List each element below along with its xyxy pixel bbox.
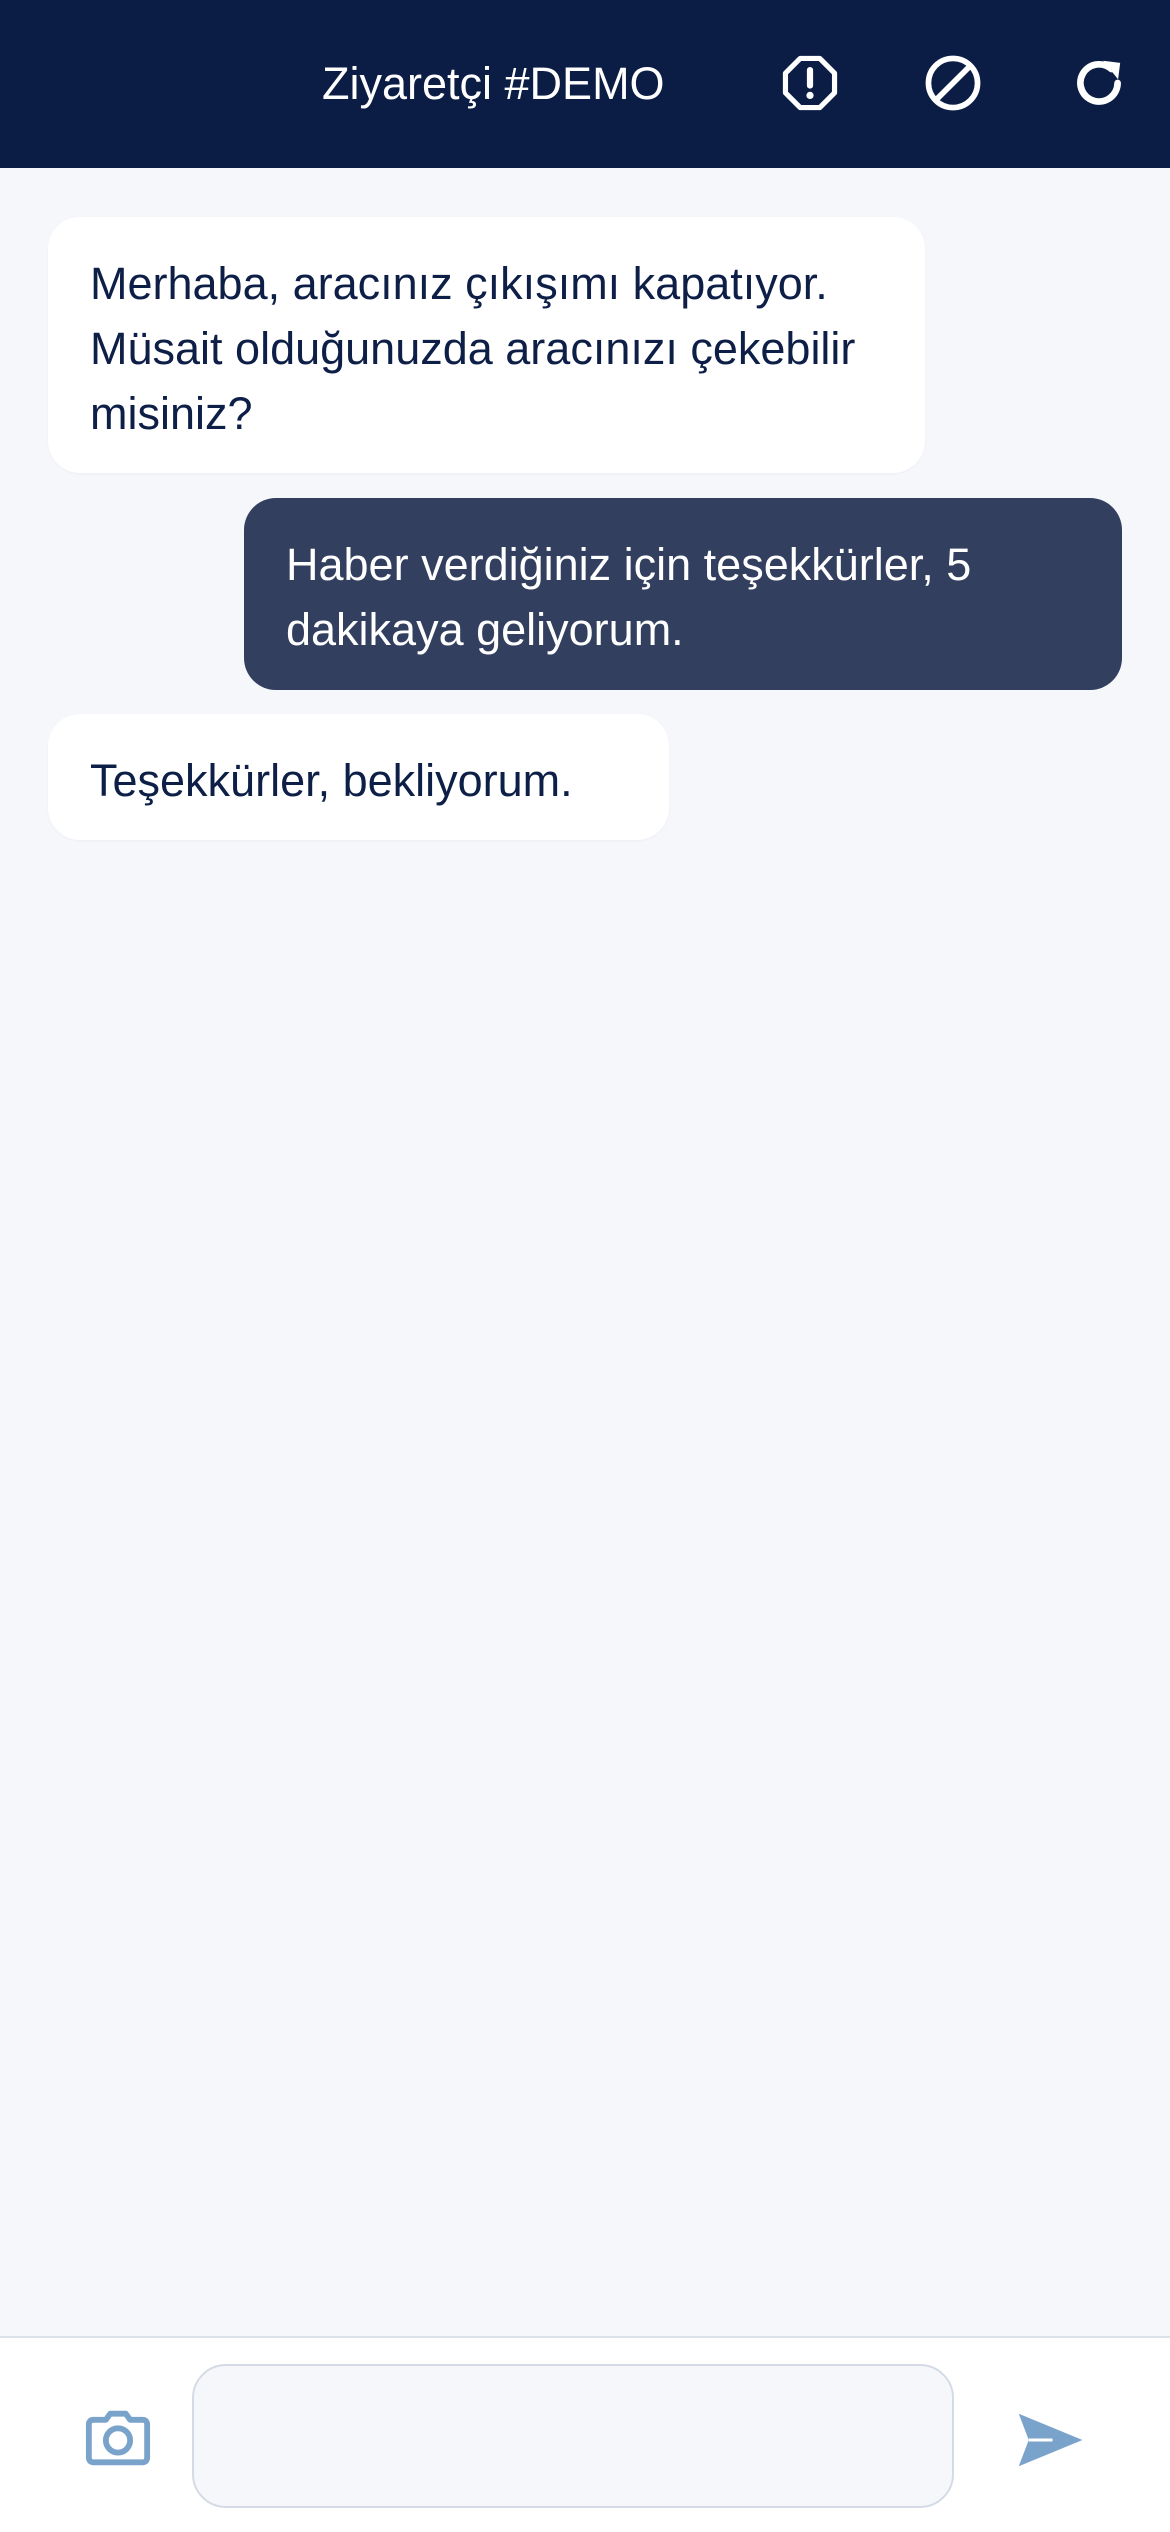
header-title: Ziyaretçi #DEMO [322, 58, 665, 109]
block-icon [925, 55, 981, 111]
camera-icon [85, 2410, 151, 2466]
message-incoming: Teşekkürler, bekliyorum. [48, 714, 669, 840]
refresh-button[interactable] [1064, 48, 1134, 118]
chat-screen: Ziyaretçi #DEMO Merhaba, aracınız çıkışı… [0, 0, 1170, 2532]
block-button[interactable] [918, 48, 988, 118]
message-outgoing: Haber verdiğiniz için teşekkürler, 5 dak… [244, 498, 1122, 690]
message-list: Merhaba, aracınız çıkışımı kapatıyor. Mü… [0, 168, 1170, 2336]
chat-header: Ziyaretçi #DEMO [0, 0, 1170, 168]
message-input[interactable] [192, 2364, 954, 2508]
message-incoming: Merhaba, aracınız çıkışımı kapatıyor. Mü… [48, 217, 925, 473]
refresh-icon [1077, 60, 1121, 105]
message-composer [0, 2336, 1170, 2532]
report-button[interactable] [775, 48, 845, 118]
camera-button[interactable] [82, 2406, 154, 2470]
send-button[interactable] [1014, 2408, 1086, 2472]
report-octagon-icon [782, 55, 838, 111]
send-icon [1018, 2413, 1083, 2467]
